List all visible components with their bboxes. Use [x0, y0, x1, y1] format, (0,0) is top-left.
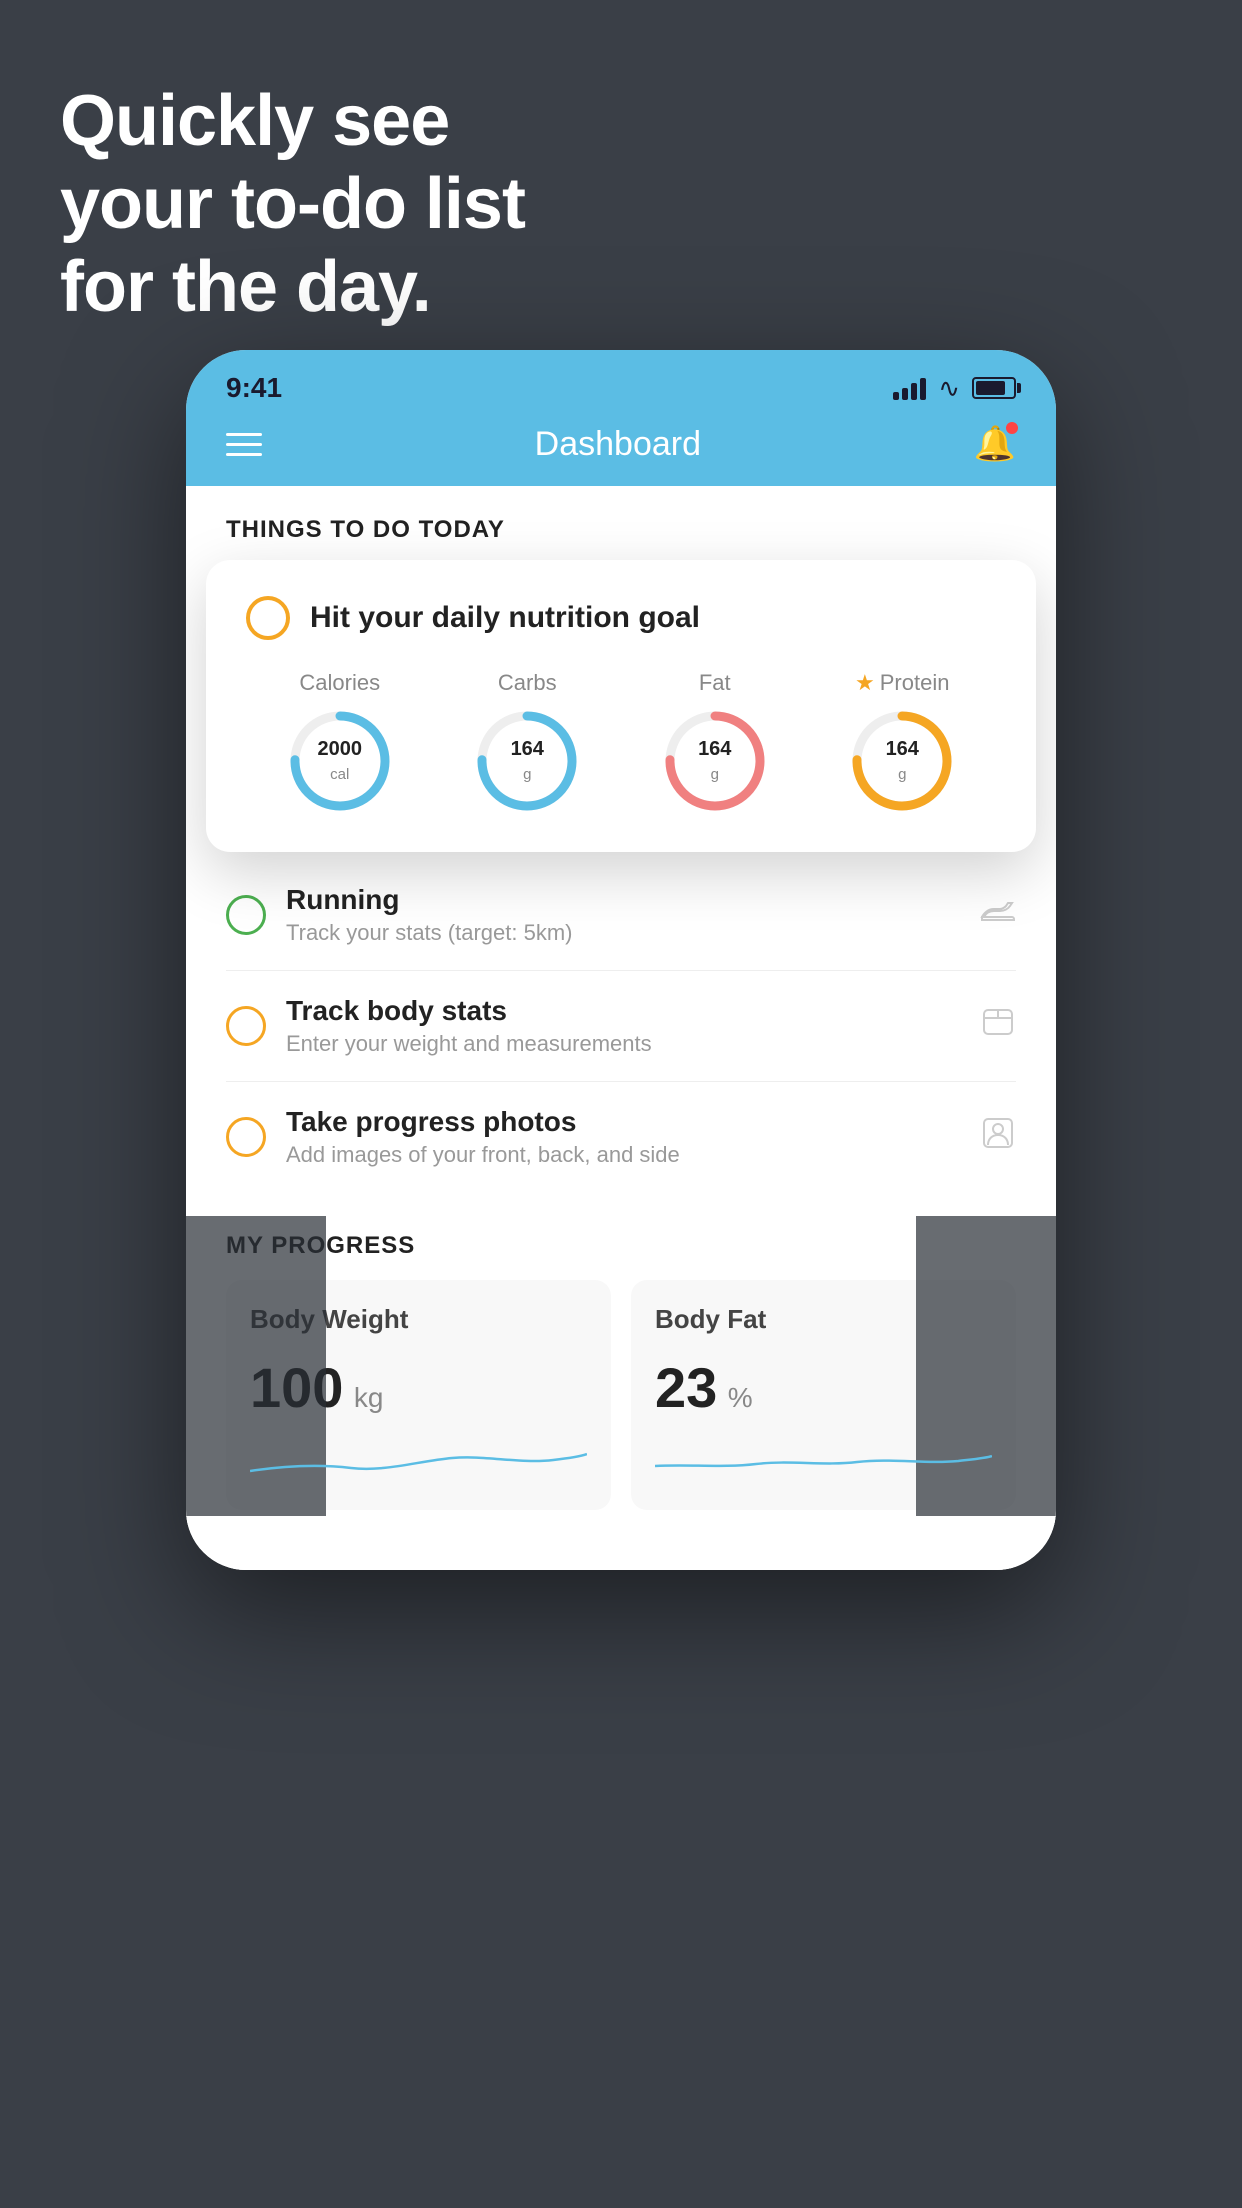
- body-stats-subtitle: Enter your weight and measurements: [286, 1031, 960, 1057]
- status-bar: 9:41 ∿: [186, 350, 1056, 410]
- headline: Quickly see your to-do list for the day.: [60, 80, 525, 328]
- nutrition-checkbox[interactable]: [246, 596, 290, 640]
- headline-line3: for the day.: [60, 246, 525, 329]
- bell-button[interactable]: 🔔: [974, 424, 1016, 464]
- battery-icon: [972, 377, 1016, 399]
- body-fat-title: Body Fat: [655, 1304, 992, 1335]
- nutrition-protein: ★ Protein 164g: [847, 670, 957, 816]
- fat-value: 164g: [698, 737, 731, 785]
- card-header: Hit your daily nutrition goal: [246, 596, 996, 640]
- running-title: Running: [286, 884, 960, 916]
- photos-subtitle: Add images of your front, back, and side: [286, 1142, 960, 1168]
- shoe-icon: [980, 893, 1016, 938]
- body-stats-circle: [226, 1006, 266, 1046]
- todo-item-photos[interactable]: Take progress photos Add images of your …: [226, 1082, 1016, 1192]
- calories-ring: 2000cal: [285, 706, 395, 816]
- nutrition-grid: Calories 2000cal Carbs: [246, 670, 996, 816]
- fat-ring: 164g: [660, 706, 770, 816]
- progress-section-title: MY PROGRESS: [226, 1232, 1016, 1260]
- body-fat-card[interactable]: Body Fat 23 %: [631, 1280, 1016, 1510]
- notification-dot: [1004, 420, 1020, 436]
- progress-grid: Body Weight 100 kg Body Fat 23: [226, 1280, 1016, 1510]
- wifi-icon: ∿: [938, 373, 960, 404]
- todo-item-running[interactable]: Running Track your stats (target: 5km): [226, 860, 1016, 971]
- running-text: Running Track your stats (target: 5km): [286, 884, 960, 946]
- nutrition-card-title: Hit your daily nutrition goal: [310, 601, 700, 635]
- person-icon: [980, 1115, 1016, 1160]
- photos-circle: [226, 1117, 266, 1157]
- protein-ring: 164g: [847, 706, 957, 816]
- signal-icon: [893, 376, 926, 400]
- protein-value: 164g: [886, 737, 919, 785]
- protein-label: Protein: [880, 670, 950, 696]
- status-icons: ∿: [893, 373, 1016, 404]
- body-fat-value: 23: [655, 1356, 717, 1419]
- nutrition-card: Hit your daily nutrition goal Calories 2…: [206, 560, 1036, 852]
- body-fat-chart: [655, 1436, 992, 1486]
- progress-section: MY PROGRESS Body Weight 100 kg: [186, 1192, 1056, 1530]
- body-weight-unit: kg: [354, 1382, 384, 1413]
- phone-frame: 9:41 ∿ Dashboard 🔔: [186, 350, 1056, 1570]
- body-weight-card[interactable]: Body Weight 100 kg: [226, 1280, 611, 1510]
- running-circle: [226, 895, 266, 935]
- status-time: 9:41: [226, 372, 282, 404]
- nav-bar: Dashboard 🔔: [186, 410, 1056, 486]
- headline-line1: Quickly see: [60, 80, 525, 163]
- photos-text: Take progress photos Add images of your …: [286, 1106, 960, 1168]
- body-fat-unit: %: [728, 1382, 753, 1413]
- todo-item-body-stats[interactable]: Track body stats Enter your weight and m…: [226, 971, 1016, 1082]
- nav-title: Dashboard: [535, 425, 701, 464]
- body-stats-title: Track body stats: [286, 995, 960, 1027]
- carbs-label: Carbs: [498, 670, 557, 696]
- hamburger-menu-button[interactable]: [226, 433, 262, 456]
- body-stats-text: Track body stats Enter your weight and m…: [286, 995, 960, 1057]
- scale-icon: [980, 1004, 1016, 1049]
- things-section: THINGS TO DO TODAY: [186, 486, 1056, 544]
- phone-bottom-spacer: [186, 1530, 1056, 1570]
- nutrition-fat: Fat 164g: [660, 670, 770, 816]
- body-weight-title: Body Weight: [250, 1304, 587, 1335]
- app-content: THINGS TO DO TODAY Hit your daily nutrit…: [186, 486, 1056, 1570]
- calories-label: Calories: [299, 670, 380, 696]
- carbs-ring: 164g: [472, 706, 582, 816]
- protein-label-row: ★ Protein: [855, 670, 949, 696]
- nutrition-calories: Calories 2000cal: [285, 670, 395, 816]
- fat-label: Fat: [699, 670, 731, 696]
- carbs-value: 164g: [511, 737, 544, 785]
- body-weight-value: 100: [250, 1356, 343, 1419]
- things-section-title: THINGS TO DO TODAY: [226, 516, 1016, 544]
- calories-value: 2000cal: [318, 737, 363, 785]
- protein-star-icon: ★: [855, 670, 875, 696]
- body-weight-chart: [250, 1436, 587, 1486]
- todo-list: Running Track your stats (target: 5km) T…: [186, 860, 1056, 1192]
- running-subtitle: Track your stats (target: 5km): [286, 920, 960, 946]
- photos-title: Take progress photos: [286, 1106, 960, 1138]
- headline-line2: your to-do list: [60, 163, 525, 246]
- nutrition-carbs: Carbs 164g: [472, 670, 582, 816]
